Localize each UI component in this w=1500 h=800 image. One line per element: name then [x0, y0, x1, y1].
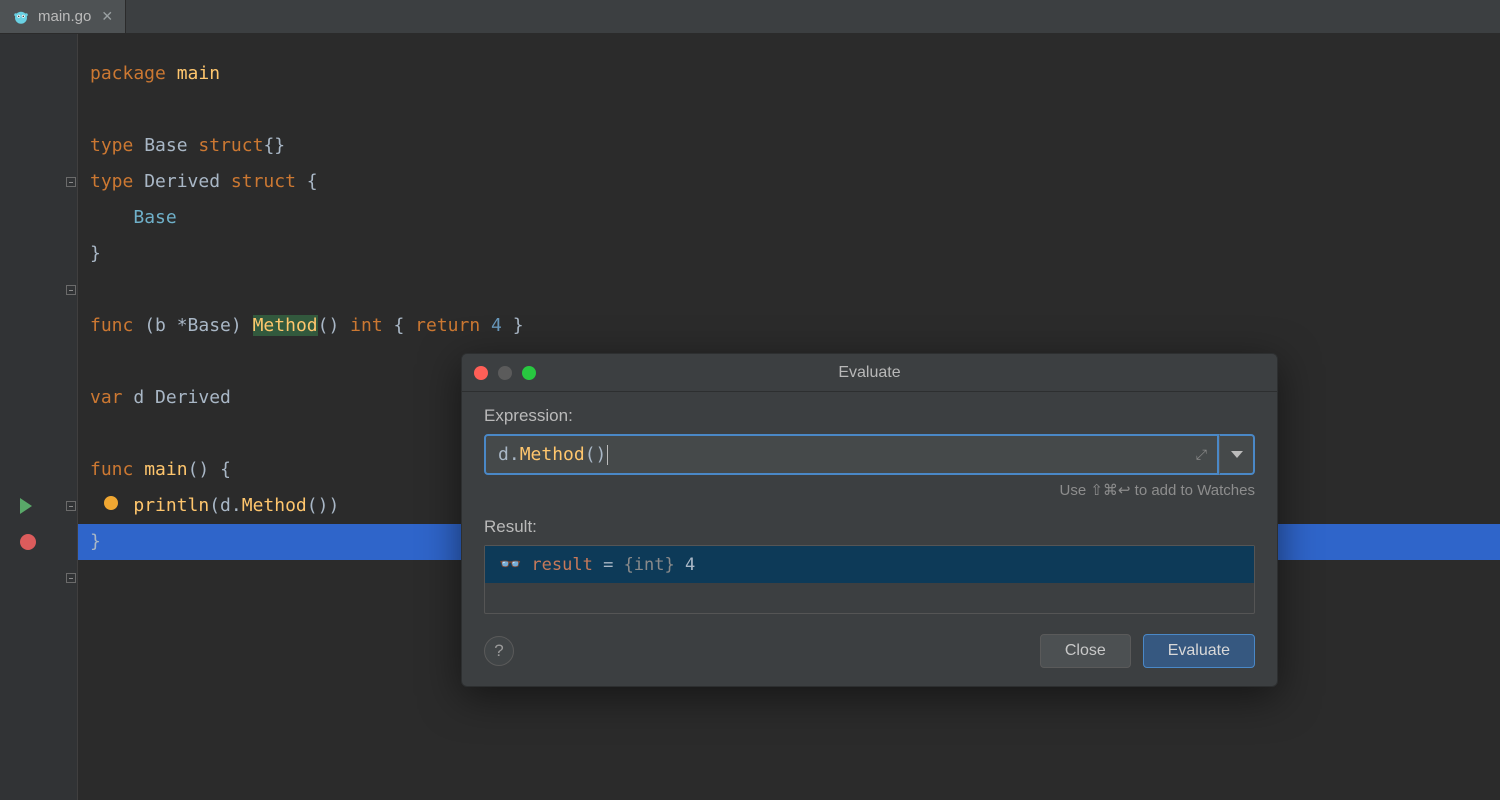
gutter: [0, 34, 78, 800]
expression-label: Expression:: [484, 406, 1255, 426]
result-tree[interactable]: 👓 result = {int} 4: [484, 545, 1255, 614]
expand-icon[interactable]: ⤢: [1196, 447, 1207, 463]
dialog-title: Evaluate: [838, 364, 900, 382]
tab-bar: main.go ✕: [0, 0, 1500, 34]
result-row[interactable]: 👓 result = {int} 4: [485, 546, 1254, 583]
chevron-down-icon: [1231, 451, 1243, 458]
fold-handle[interactable]: [64, 164, 78, 200]
breakpoint-icon[interactable]: [0, 524, 78, 560]
window-zoom-icon[interactable]: [522, 366, 536, 380]
expression-history-dropdown[interactable]: [1219, 434, 1255, 475]
help-button[interactable]: ?: [484, 636, 514, 666]
result-label: Result:: [484, 517, 1255, 537]
run-gutter-icon[interactable]: [0, 488, 78, 524]
watch-glasses-icon: 👓: [499, 554, 521, 575]
window-close-icon[interactable]: [474, 366, 488, 380]
fold-handle[interactable]: [64, 560, 78, 596]
watches-hint: Use ⇧⌘↩ to add to Watches: [484, 481, 1255, 499]
window-controls: [474, 354, 536, 391]
editor-tab-main-go[interactable]: main.go ✕: [0, 0, 126, 33]
window-minimize-icon[interactable]: [498, 366, 512, 380]
evaluate-dialog: Evaluate Expression: d.Method() ⤢ Use ⇧⌘…: [461, 353, 1278, 687]
intention-bulb-icon[interactable]: [102, 494, 120, 512]
close-tab-icon[interactable]: ✕: [101, 8, 113, 25]
evaluate-button[interactable]: Evaluate: [1143, 634, 1255, 668]
dialog-titlebar[interactable]: Evaluate: [462, 354, 1277, 392]
close-button[interactable]: Close: [1040, 634, 1131, 668]
go-file-icon: [12, 8, 30, 26]
tab-filename: main.go: [38, 8, 91, 25]
result-empty-row: [485, 583, 1254, 613]
fold-handle[interactable]: [64, 272, 78, 308]
expression-input[interactable]: d.Method() ⤢: [484, 434, 1219, 475]
